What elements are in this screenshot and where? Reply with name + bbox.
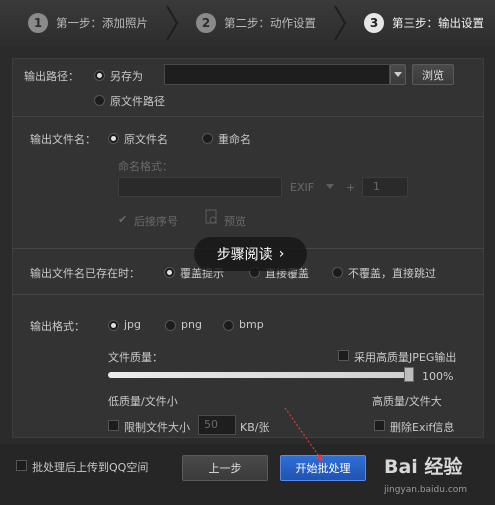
chevron-down-icon <box>394 72 402 77</box>
output-name-label: 输出文件名： <box>30 133 96 146</box>
quality-slider-track[interactable] <box>108 372 413 378</box>
step-1[interactable]: 1 第一步：添加照片 <box>28 12 148 34</box>
output-path-input[interactable] <box>164 64 390 85</box>
step-separator-icon <box>166 5 179 41</box>
start-batch-button[interactable]: 开始批处理 <box>280 455 366 481</box>
remove-exif-label: 删除Exif信息 <box>390 421 455 434</box>
remove-exif-checkbox[interactable] <box>374 420 385 431</box>
rename-label: 重命名 <box>218 133 251 146</box>
step-2-number: 2 <box>196 13 216 33</box>
high-quality-jpeg-label: 采用高质量JPEG输出 <box>354 351 457 364</box>
radio-overwrite-prompt[interactable] <box>164 267 175 278</box>
radio-bmp[interactable] <box>223 320 234 331</box>
upload-qq-checkbox[interactable] <box>16 460 27 471</box>
watermark-logo: Bai 经验 <box>384 456 463 478</box>
step-3-label: 第三步：输出设置 <box>392 16 484 30</box>
step-3[interactable]: 3 第三步：输出设置 <box>364 12 484 34</box>
step-1-label: 第一步：添加照片 <box>56 16 148 30</box>
exif-select[interactable]: EXIF <box>290 181 314 194</box>
limit-size-value: 50 <box>204 418 218 431</box>
skip-label: 不覆盖，直接跳过 <box>348 267 436 280</box>
quality-slider-thumb[interactable] <box>404 367 414 382</box>
output-path-label: 输出路径： <box>24 70 79 83</box>
browse-button[interactable]: 浏览 <box>412 64 454 85</box>
bmp-label: bmp <box>239 318 264 331</box>
sequence-label[interactable]: 后接序号 <box>134 213 178 229</box>
high-quality-label: 高质量/文件大 <box>372 395 442 408</box>
watermark-url: jingyan.baidu.com <box>384 485 468 495</box>
jpg-label: jpg <box>124 318 142 331</box>
check-icon: ✔ <box>118 213 128 226</box>
save-as-label: 另存为 <box>110 70 143 83</box>
step-reading-overlay[interactable]: 步骤阅读 › <box>194 237 307 271</box>
radio-original-name[interactable] <box>108 133 119 144</box>
radio-save-as[interactable] <box>94 70 105 81</box>
low-quality-label: 低质量/文件小 <box>108 395 178 408</box>
steps-header: 1 第一步：添加照片 2 第二步：动作设置 3 第三步：输出设置 <box>0 0 495 46</box>
name-format-label: 命名格式： <box>118 160 173 173</box>
radio-jpg[interactable] <box>108 320 119 331</box>
original-name-label: 原文件名 <box>124 133 168 146</box>
radio-original-path[interactable] <box>94 95 105 106</box>
step-3-number: 3 <box>364 13 384 33</box>
exists-label: 输出文件名已存在时： <box>30 267 140 280</box>
chevron-right-icon: › <box>278 246 285 262</box>
radio-skip[interactable] <box>332 267 343 278</box>
step-1-number: 1 <box>28 13 48 33</box>
divider <box>12 294 484 295</box>
divider <box>12 116 484 117</box>
high-quality-jpeg-checkbox[interactable] <box>338 350 349 361</box>
path-dropdown-button[interactable] <box>390 64 406 85</box>
file-preview-icon <box>205 209 217 224</box>
start-number-value: 1 <box>373 180 380 193</box>
name-format-input[interactable] <box>118 177 282 197</box>
limit-size-input[interactable]: 50 <box>198 415 236 435</box>
upload-qq-label: 批处理后上传到QQ空间 <box>32 461 149 474</box>
plus-icon: + <box>346 181 356 194</box>
start-number-input[interactable]: 1 <box>362 177 408 197</box>
limit-size-label: 限制文件大小 <box>124 421 190 434</box>
step-2[interactable]: 2 第二步：动作设置 <box>196 12 316 34</box>
png-label: png <box>181 318 202 331</box>
format-label: 输出格式： <box>30 320 85 333</box>
radio-rename[interactable] <box>202 133 213 144</box>
limit-size-checkbox[interactable] <box>108 420 119 431</box>
overlay-text: 步骤阅读 <box>216 247 273 263</box>
chevron-down-icon <box>326 184 334 189</box>
original-path-label: 原文件路径 <box>110 95 165 108</box>
prev-button[interactable]: 上一步 <box>182 455 268 481</box>
step-separator-icon <box>334 5 347 41</box>
radio-png[interactable] <box>165 320 176 331</box>
preview-button[interactable]: 预览 <box>224 213 246 229</box>
step-2-label: 第二步：动作设置 <box>224 16 316 30</box>
quality-value: 100% <box>422 370 454 383</box>
limit-unit: KB/张 <box>240 421 270 434</box>
quality-label: 文件质量： <box>108 351 163 364</box>
